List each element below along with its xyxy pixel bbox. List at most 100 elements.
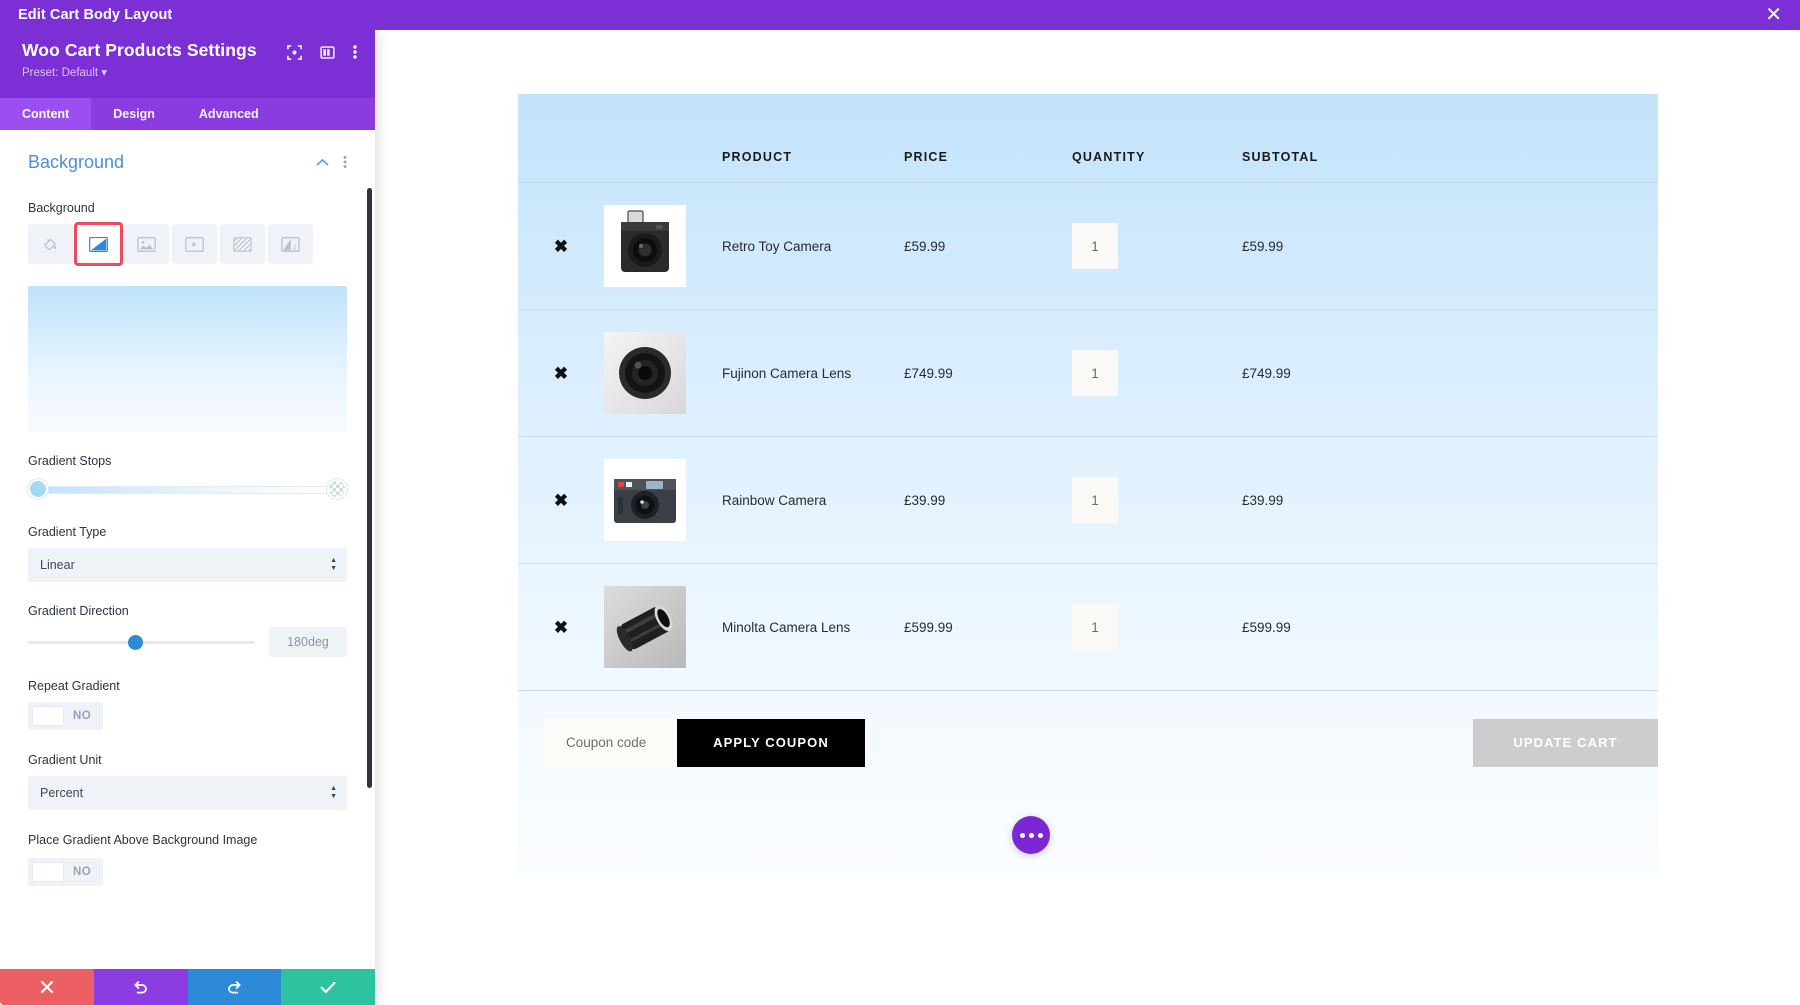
cart-row-thumbnail-cell (604, 564, 722, 691)
chevron-up-icon[interactable] (316, 154, 329, 172)
cart-row-name: Fujinon Camera Lens (722, 310, 904, 437)
gradient-direction-input[interactable]: 180deg (269, 627, 347, 657)
ellipsis-dot (1029, 833, 1034, 838)
close-icon[interactable]: ✕ (1765, 5, 1782, 25)
section-title: Background (28, 152, 124, 173)
gradient-direction-label: Gradient Direction (28, 604, 347, 618)
gradient-type-value: Linear (40, 558, 75, 572)
tab-design[interactable]: Design (91, 98, 177, 130)
redo-button[interactable] (188, 969, 282, 1005)
rainbow-camera-thumbnail[interactable] (604, 459, 686, 541)
cart-row: ✖ (518, 564, 1658, 691)
col-price: PRICE (904, 94, 1072, 183)
background-mask-icon[interactable] (268, 224, 313, 264)
focus-target-icon[interactable] (287, 45, 302, 60)
background-pattern-icon[interactable] (220, 224, 265, 264)
toggle-knob (32, 862, 64, 882)
retro-toy-camera-thumbnail[interactable] (604, 205, 686, 287)
background-section-header: Background (28, 152, 347, 173)
gradient-type-field: Gradient Type Linear ▲▼ (28, 525, 347, 582)
background-video-icon[interactable] (172, 224, 217, 264)
settings-tabs: Content Design Advanced (0, 98, 375, 130)
cart-row-qty-cell: 1 (1072, 310, 1242, 437)
remove-item-icon[interactable]: ✖ (554, 365, 568, 382)
section-options-icon[interactable] (343, 155, 347, 171)
remove-item-icon[interactable]: ✖ (554, 492, 568, 509)
toggle-knob (32, 706, 64, 726)
panel-header-icons (287, 44, 357, 60)
cart-row-name: Minolta Camera Lens (722, 564, 904, 691)
background-gradient-icon[interactable] (76, 224, 121, 264)
cart-row-subtotal: £599.99 (1242, 564, 1658, 691)
background-type-field: Background (28, 201, 347, 264)
background-image-icon[interactable] (124, 224, 169, 264)
builder-top-bar: Edit Cart Body Layout ✕ (0, 0, 1800, 30)
gradient-type-select[interactable]: Linear ▲▼ (28, 548, 347, 582)
gradient-direction-field: Gradient Direction 180deg (28, 604, 347, 657)
gradient-stops-label: Gradient Stops (28, 454, 347, 468)
cart-table: PRODUCT PRICE QUANTITY SUBTOTAL ✖ (518, 94, 1658, 795)
undo-button[interactable] (94, 969, 188, 1005)
gradient-stop-handle-end[interactable] (327, 479, 347, 499)
kebab-menu-icon[interactable] (353, 44, 357, 60)
cart-table-head: PRODUCT PRICE QUANTITY SUBTOTAL (518, 94, 1658, 183)
preset-label: Preset: Default (22, 67, 98, 79)
gradient-stops-slider[interactable] (28, 477, 347, 503)
ellipsis-dot (1020, 833, 1025, 838)
save-button[interactable] (281, 969, 375, 1005)
gradient-type-label: Gradient Type (28, 525, 347, 539)
background-type-group (28, 224, 347, 264)
col-thumbnail (604, 94, 722, 183)
cart-row: ✖ (518, 183, 1658, 310)
gradient-preview (28, 286, 347, 432)
col-product: PRODUCT (722, 94, 904, 183)
cancel-button[interactable] (0, 969, 94, 1005)
quantity-input[interactable]: 1 (1072, 604, 1118, 650)
quantity-input[interactable]: 1 (1072, 350, 1118, 396)
repeat-gradient-toggle[interactable]: NO (28, 702, 103, 730)
remove-item-icon[interactable]: ✖ (554, 619, 568, 636)
place-gradient-toggle[interactable]: NO (28, 858, 103, 886)
gradient-stop-handle-start[interactable] (28, 479, 48, 499)
gradient-direction-slider[interactable] (28, 632, 255, 652)
cart-row-subtotal: £749.99 (1242, 310, 1658, 437)
panel-scrollbar[interactable] (367, 188, 372, 788)
col-remove (518, 94, 604, 183)
cart-row-remove-cell: ✖ (518, 183, 604, 310)
gradient-unit-field: Gradient Unit Percent ▲▼ (28, 753, 347, 810)
settings-panel: Woo Cart Products Settings Preset: Defau… (0, 30, 375, 1005)
quantity-input[interactable]: 1 (1072, 477, 1118, 523)
cart-row: ✖ (518, 437, 1658, 564)
background-color-icon[interactable] (28, 224, 73, 264)
update-cart-button[interactable]: UPDATE CART (1473, 719, 1658, 767)
gradient-stops-track[interactable] (38, 486, 329, 494)
builder-menu-fab[interactable] (1012, 816, 1050, 854)
layout-columns-icon[interactable] (320, 45, 335, 60)
slider-knob[interactable] (128, 635, 143, 650)
fujinon-camera-lens-thumbnail[interactable] (604, 332, 686, 414)
cart-row-remove-cell: ✖ (518, 564, 604, 691)
chevron-down-icon: ▾ (101, 67, 107, 79)
apply-coupon-button[interactable]: APPLY COUPON (677, 719, 865, 767)
cart-row-remove-cell: ✖ (518, 310, 604, 437)
tab-content[interactable]: Content (0, 98, 91, 130)
cart-row-remove-cell: ✖ (518, 437, 604, 564)
cart-actions-row: Coupon code APPLY COUPON UPDATE CART (518, 691, 1658, 795)
cart-row-thumbnail-cell (604, 183, 722, 310)
preset-selector[interactable]: Preset: Default ▾ (22, 65, 357, 79)
cart-row-subtotal: £39.99 (1242, 437, 1658, 564)
tab-advanced[interactable]: Advanced (177, 98, 281, 130)
place-gradient-value: NO (73, 866, 91, 878)
gradient-unit-select[interactable]: Percent ▲▼ (28, 776, 347, 810)
remove-item-icon[interactable]: ✖ (554, 238, 568, 255)
quantity-input[interactable]: 1 (1072, 223, 1118, 269)
cart-row: ✖ (518, 310, 1658, 437)
cart-row-price: £749.99 (904, 310, 1072, 437)
minolta-camera-lens-thumbnail[interactable] (604, 586, 686, 668)
woo-cart-module: PRODUCT PRICE QUANTITY SUBTOTAL ✖ (518, 94, 1658, 879)
coupon-code-input[interactable]: Coupon code (544, 719, 677, 767)
cart-row-name: Retro Toy Camera (722, 183, 904, 310)
place-gradient-field: Place Gradient Above Background Image NO (28, 832, 347, 887)
repeat-gradient-field: Repeat Gradient NO (28, 679, 347, 731)
repeat-gradient-value: NO (73, 710, 91, 722)
